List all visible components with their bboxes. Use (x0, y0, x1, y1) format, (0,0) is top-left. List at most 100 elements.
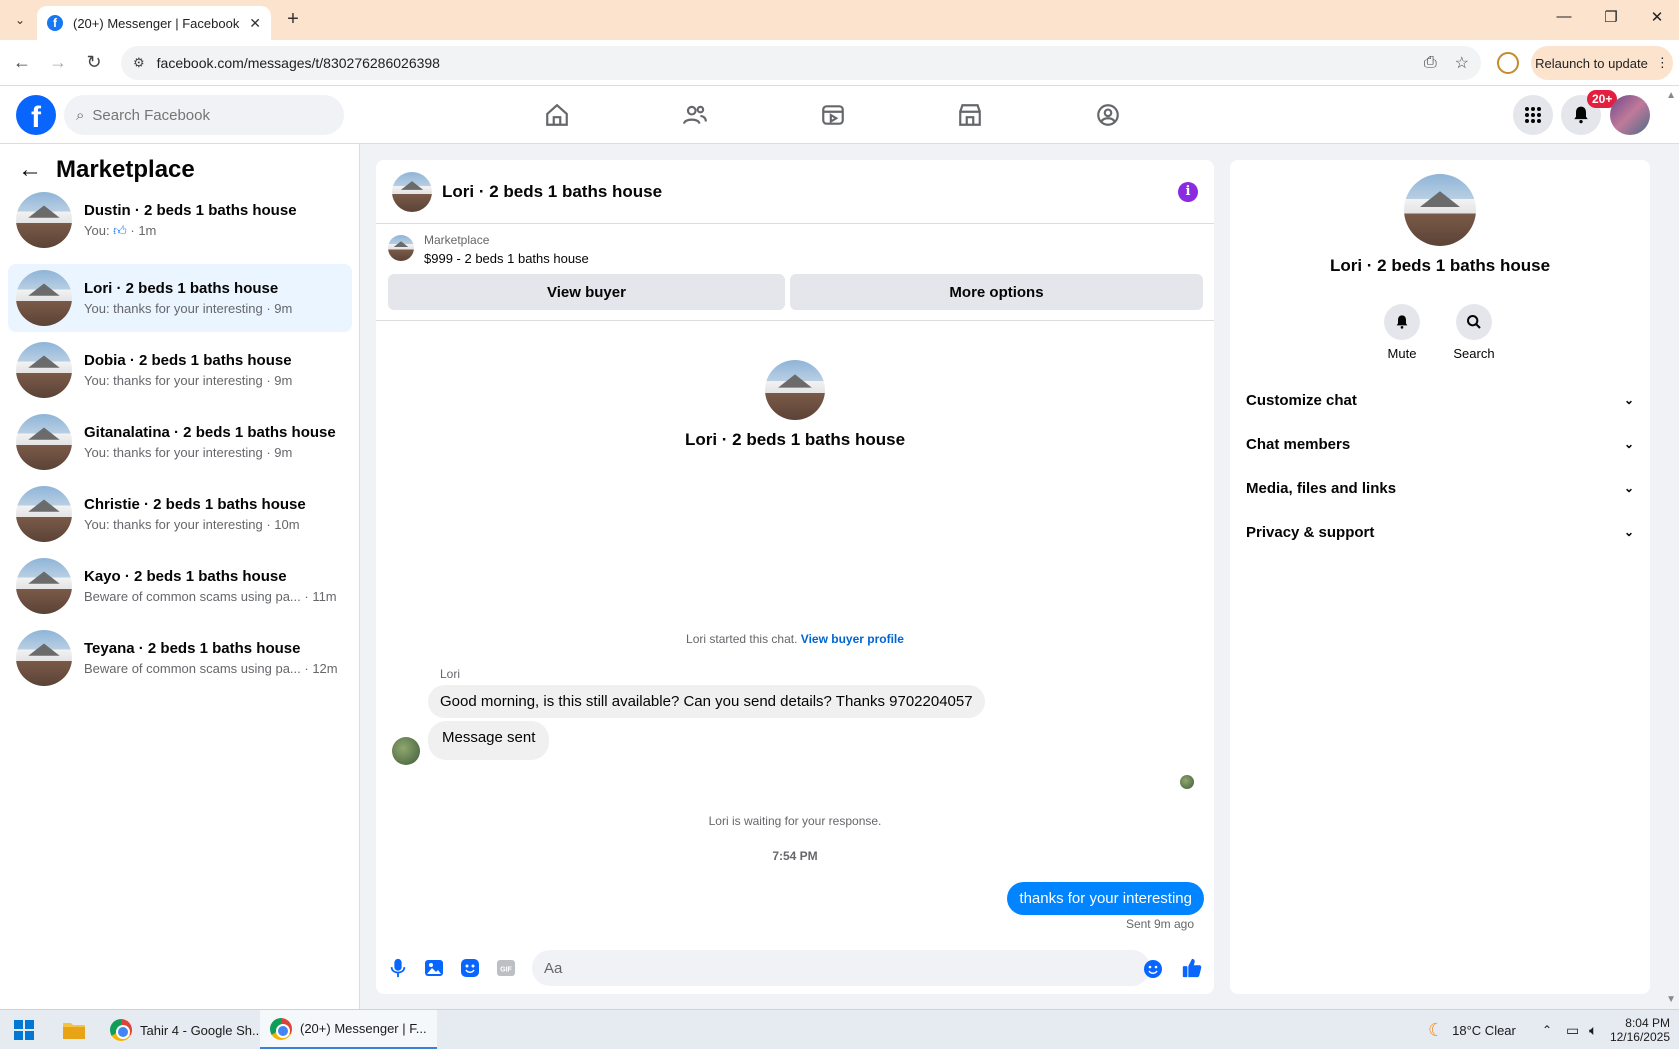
conversation-item[interactable]: Christie · 2 beds 1 baths house You: tha… (8, 480, 352, 548)
network-icon[interactable]: ▭ (1566, 1010, 1579, 1049)
weather-widget[interactable]: ☾ 18°C Clear (1428, 1010, 1516, 1049)
bookmark-star-icon[interactable]: ☆ (1455, 53, 1469, 73)
relaunch-button[interactable]: Relaunch to update ⋮ (1531, 46, 1673, 80)
groups-icon[interactable] (1078, 96, 1138, 134)
customize-chat-section[interactable]: Customize chat ⌄ (1246, 380, 1634, 420)
url-text[interactable]: facebook.com/messages/t/830276286026398 (157, 55, 1406, 71)
forward-icon[interactable]: → (46, 52, 70, 73)
chat-members-section[interactable]: Chat members ⌄ (1246, 424, 1634, 464)
back-arrow-icon[interactable]: ← (18, 156, 42, 184)
video-icon[interactable] (803, 96, 863, 134)
profile-icon[interactable] (1497, 52, 1519, 74)
sender-name: Lori (440, 667, 461, 681)
conversation-item[interactable]: Dobia · 2 beds 1 baths house You: thanks… (8, 336, 352, 404)
privacy-support-section[interactable]: Privacy & support ⌄ (1246, 512, 1634, 552)
incoming-message[interactable]: Good morning, is this still available? C… (428, 685, 985, 718)
new-tab-icon[interactable]: + (281, 8, 305, 31)
message-timestamp: 7:54 PM (772, 849, 818, 863)
restore-icon[interactable]: ❐ (1591, 8, 1631, 26)
listing-thumbnail[interactable] (388, 235, 414, 261)
account-avatar[interactable] (1610, 95, 1650, 135)
reload-icon[interactable]: ↻ (82, 52, 106, 73)
conversation-name: Dustin · 2 beds 1 baths house (84, 201, 297, 219)
conversation-item[interactable]: Gitanalatina · 2 beds 1 baths house You:… (8, 408, 352, 476)
outgoing-message[interactable]: thanks for your interesting (1007, 882, 1204, 915)
taskbar-app-label: (20+) Messenger | F... (300, 1021, 427, 1036)
windows-start-icon[interactable] (14, 1010, 34, 1049)
photo-icon[interactable] (422, 956, 446, 980)
conversation-item[interactable]: Dustin · 2 beds 1 baths house You: 👍︎ · … (8, 186, 352, 254)
view-buyer-profile-link[interactable]: View buyer profile (801, 632, 904, 646)
incoming-message[interactable]: Message sent (428, 721, 550, 760)
gif-icon[interactable]: GIF (494, 956, 518, 980)
sender-avatar[interactable] (392, 737, 420, 765)
search-input[interactable] (92, 106, 313, 124)
tray-overflow-icon[interactable]: ⌃ (1542, 1010, 1552, 1049)
info-icon[interactable]: i (1178, 181, 1198, 202)
facebook-favicon-icon: f (47, 15, 63, 31)
relaunch-label: Relaunch to update (1535, 55, 1648, 71)
waiting-notice: Lori is waiting for your response. (708, 814, 882, 828)
search-label: Search (1453, 346, 1495, 361)
clock[interactable]: 8:04 PM 12/16/2025 (1610, 1010, 1670, 1049)
mute-button[interactable]: Mute (1372, 304, 1432, 361)
chat-title[interactable]: Lori · 2 beds 1 baths house (442, 182, 1178, 202)
clock-time: 8:04 PM (1625, 1016, 1670, 1030)
volume-icon[interactable]: 🔈︎ (1589, 1010, 1597, 1049)
site-info-icon[interactable]: ⚙ (133, 55, 145, 71)
details-avatar (1404, 174, 1476, 246)
windows-taskbar: Tahir 4 - Google Sh... (20+) Messenger |… (0, 1009, 1679, 1049)
conversation-name: Teyana · 2 beds 1 baths house (84, 640, 301, 657)
listing-price[interactable]: $999 - 2 beds 1 baths house (424, 251, 589, 266)
facebook-logo-icon[interactable]: f (16, 95, 56, 135)
like-thumb-icon[interactable] (1180, 956, 1204, 980)
section-label: Media, files and links (1246, 479, 1397, 497)
marketplace-icon[interactable] (940, 96, 1000, 134)
browser-tab-strip: ⌄ f (20+) Messenger | Facebook ✕ + — ❐ ✕ (0, 0, 1679, 40)
thumbs-up-icon: 👍︎ (113, 222, 127, 238)
emoji-icon[interactable] (1141, 957, 1165, 981)
bell-icon (1384, 304, 1420, 340)
more-options-button[interactable]: More options (790, 274, 1203, 310)
chat-avatar[interactable] (392, 171, 432, 212)
taskbar-app-messenger[interactable]: (20+) Messenger | F... (260, 1010, 437, 1049)
menu-grid-icon[interactable] (1513, 95, 1553, 135)
facebook-search[interactable]: ⌕ (64, 95, 344, 135)
scroll-up-icon[interactable]: ▲ (1666, 90, 1676, 101)
friends-icon[interactable] (665, 96, 725, 134)
chat-started-notice: Lori started this chat. View buyer profi… (686, 632, 904, 646)
conversation-item[interactable]: Kayo · 2 beds 1 baths house Beware of co… (8, 552, 352, 620)
conversation-name: Gitanalatina · 2 beds 1 baths house (84, 424, 336, 441)
conversation-preview: You: thanks for your interesting · 9m (84, 445, 293, 460)
conversation-item-active[interactable]: Lori · 2 beds 1 baths house You: thanks … (8, 264, 352, 332)
chat-header: Lori · 2 beds 1 baths house i (376, 160, 1214, 224)
window-close-icon[interactable]: ✕ (1637, 8, 1677, 26)
facebook-header: f ⌕ 20+ (0, 86, 1679, 144)
install-app-icon[interactable]: ⎙ (1424, 54, 1437, 72)
scroll-down-icon[interactable]: ▼ (1666, 994, 1676, 1005)
back-icon[interactable]: ← (10, 52, 34, 73)
conversation-item[interactable]: Teyana · 2 beds 1 baths house Beware of … (8, 624, 352, 692)
conversation-preview: Beware of common scams using pa... · 11m (84, 589, 337, 604)
search-in-chat-button[interactable]: Search (1444, 304, 1504, 361)
house-thumbnail (16, 630, 72, 686)
media-files-links-section[interactable]: Media, files and links ⌄ (1246, 468, 1634, 508)
view-buyer-button[interactable]: View buyer (388, 274, 785, 310)
close-tab-icon[interactable]: ✕ (249, 15, 261, 32)
conversation-preview: You: 👍︎ · 1m (84, 222, 157, 238)
minimize-icon[interactable]: — (1544, 8, 1584, 25)
tab-title: (20+) Messenger | Facebook (73, 15, 240, 31)
browser-tab[interactable]: f (20+) Messenger | Facebook ✕ (37, 6, 271, 40)
house-thumbnail (16, 192, 72, 248)
message-input[interactable] (532, 950, 1150, 986)
conversation-name: Dobia · 2 beds 1 baths house (84, 352, 292, 369)
file-explorer-icon[interactable] (62, 1010, 86, 1049)
sticker-icon[interactable] (458, 956, 482, 980)
home-icon[interactable] (527, 96, 587, 134)
taskbar-app-sheets[interactable]: Tahir 4 - Google Sh... (100, 1010, 273, 1049)
tab-search-chevron-icon[interactable]: ⌄ (8, 8, 32, 32)
svg-text:GIF: GIF (500, 967, 512, 974)
conversation-name: Christie · 2 beds 1 baths house (84, 496, 306, 513)
microphone-icon[interactable] (386, 956, 410, 980)
omnibox[interactable]: ⚙ facebook.com/messages/t/83027628602639… (121, 46, 1481, 80)
